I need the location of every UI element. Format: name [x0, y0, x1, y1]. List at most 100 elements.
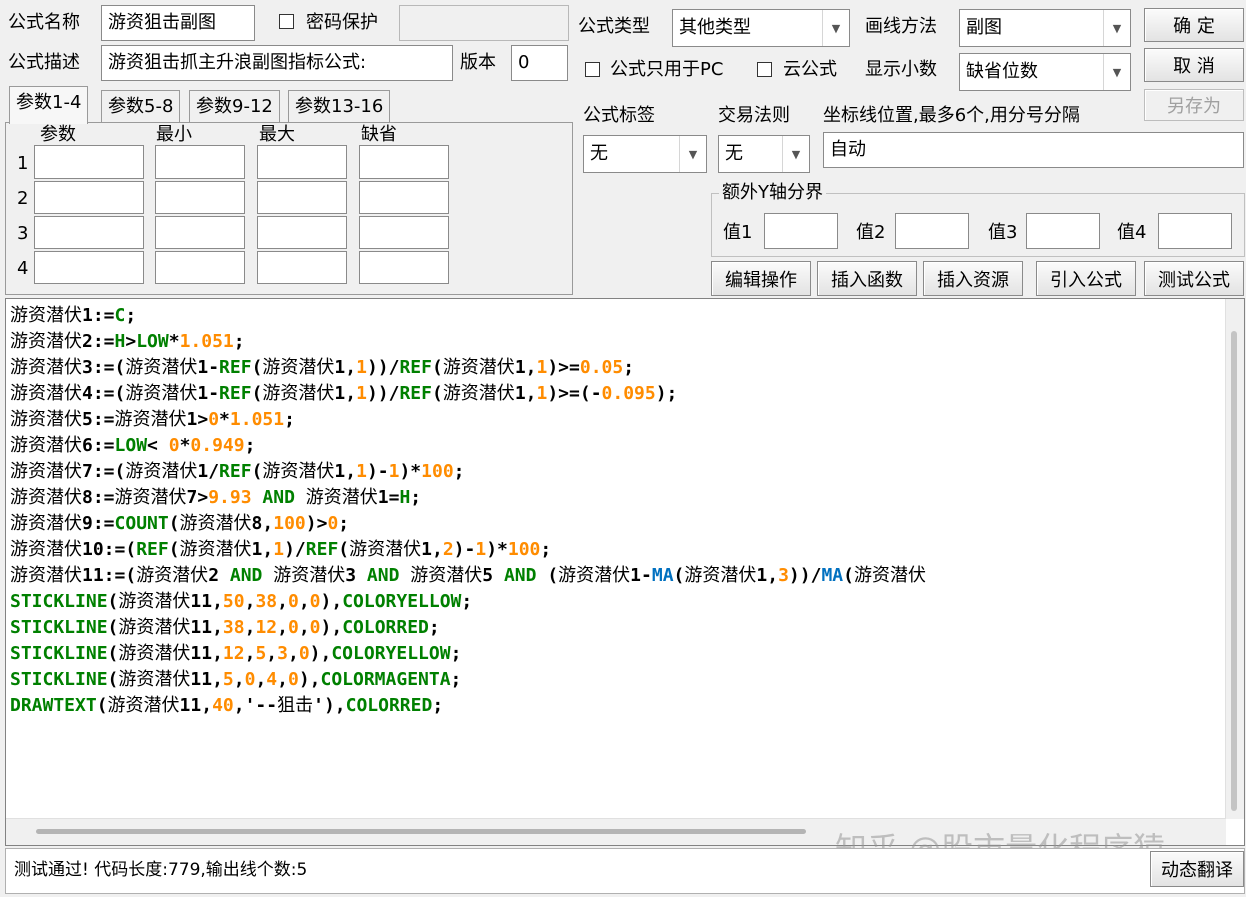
code-line[interactable]: 游资潜伏4:=(游资潜伏1-REF(游资潜伏1,1))/REF(游资潜伏1,1)…: [10, 381, 926, 407]
axis-line-input[interactable]: 自动: [823, 132, 1244, 168]
code-token: 12: [222, 643, 245, 664]
code-token: 5: [222, 669, 234, 690]
code-token: 游资潜伏: [442, 357, 515, 378]
value2-input[interactable]: [895, 213, 969, 249]
tab-params-13-16[interactable]: 参数13-16: [288, 90, 391, 122]
param-name-input[interactable]: [34, 181, 144, 214]
tab-params-9-12[interactable]: 参数9-12: [189, 90, 280, 122]
code-token: 38: [222, 617, 245, 638]
code-token: 游资潜伏: [10, 539, 82, 560]
trade-rule-select[interactable]: 无 ▼: [718, 135, 810, 173]
param-max-input[interactable]: [257, 145, 347, 179]
import-formula-button[interactable]: 引入公式: [1036, 261, 1136, 296]
code-text[interactable]: 游资潜伏1:=C; 游资潜伏2:=H>LOW*1.051; 游资潜伏3:=(游资潜伏…: [10, 303, 926, 719]
code-line[interactable]: 游资潜伏7:=(游资潜伏1/REF(游资潜伏1,1)-1)*100;: [10, 459, 926, 485]
save-as-button[interactable]: 另存为: [1144, 89, 1244, 121]
param-max-input[interactable]: [257, 251, 347, 284]
code-editor[interactable]: 游资潜伏1:=C; 游资潜伏2:=H>LOW*1.051; 游资潜伏3:=(游资潜伏…: [5, 298, 1245, 846]
cloud-checkbox[interactable]: [757, 62, 772, 77]
code-line[interactable]: 游资潜伏11:=(游资潜伏2 AND 游资潜伏3 AND 游资潜伏5 AND (…: [10, 563, 926, 589]
code-token: ;: [233, 331, 245, 352]
col-header-min: 最小: [156, 124, 192, 145]
code-line[interactable]: 游资潜伏6:=LOW< 0*0.949;: [10, 433, 926, 459]
status-text: 测试通过! 代码长度:779,输出线个数:5: [14, 860, 308, 880]
code-token: 1,: [334, 383, 357, 404]
code-line[interactable]: STICKLINE(游资潜伏11,12,5,3,0),COLORYELLOW;: [10, 641, 926, 667]
password-checkbox[interactable]: [279, 14, 294, 29]
code-token: ))/: [788, 565, 822, 586]
code-token: COLORRED: [345, 695, 433, 716]
value4-input[interactable]: [1158, 213, 1232, 249]
code-line[interactable]: 游资潜伏9:=COUNT(游资潜伏8,100)>0;: [10, 511, 926, 537]
param-name-input[interactable]: [34, 216, 144, 249]
param-name-input[interactable]: [34, 145, 144, 179]
formula-desc-input[interactable]: 游资狙击抓主升浪副图指标公式:: [101, 45, 453, 81]
edit-ops-button[interactable]: 编辑操作: [711, 261, 811, 296]
chevron-down-icon[interactable]: ▼: [822, 10, 849, 46]
chevron-down-icon[interactable]: ▼: [782, 136, 809, 172]
code-token: 1: [356, 461, 367, 482]
param-default-input[interactable]: [359, 181, 449, 214]
code-line[interactable]: 游资潜伏3:=(游资潜伏1-REF(游资潜伏1,1))/REF(游资潜伏1,1)…: [10, 355, 926, 381]
test-formula-button[interactable]: 测试公式: [1144, 261, 1244, 296]
param-min-input[interactable]: [155, 216, 245, 249]
code-token: *: [219, 409, 230, 430]
code-line[interactable]: 游资潜伏1:=C;: [10, 303, 926, 329]
extra-y-axis-label: 额外Y轴分界: [719, 181, 826, 205]
code-line[interactable]: STICKLINE(游资潜伏11,38,12,0,0),COLORRED;: [10, 615, 926, 641]
param-default-input[interactable]: [359, 251, 449, 284]
code-token: 8:=: [82, 487, 115, 508]
formula-type-select[interactable]: 其他类型 ▼: [672, 9, 850, 47]
param-min-input[interactable]: [155, 145, 245, 179]
formula-tag-value: 无: [590, 143, 608, 164]
code-token: 38: [255, 591, 278, 612]
value1-input[interactable]: [764, 213, 838, 249]
pc-only-checkbox[interactable]: [585, 62, 600, 77]
chevron-down-icon[interactable]: ▼: [679, 136, 706, 172]
code-line[interactable]: STICKLINE(游资潜伏11,50,38,0,0),COLORYELLOW;: [10, 589, 926, 615]
cancel-button[interactable]: 取 消: [1144, 48, 1244, 82]
param-default-input[interactable]: [359, 216, 449, 249]
code-line[interactable]: DRAWTEXT(游资潜伏11,40,'--狙击'),COLORRED;: [10, 693, 926, 719]
code-line[interactable]: 游资潜伏2:=H>LOW*1.051;: [10, 329, 926, 355]
code-line[interactable]: 游资潜伏5:=游资潜伏1>0*1.051;: [10, 407, 926, 433]
tab-params-5-8[interactable]: 参数5-8: [101, 90, 181, 122]
code-token: <: [147, 435, 169, 456]
code-line[interactable]: 游资潜伏8:=游资潜伏7>9.93 AND 游资潜伏1=H;: [10, 485, 926, 511]
param-min-input[interactable]: [155, 251, 245, 284]
code-token: 100: [507, 539, 541, 560]
tab-params-1-4[interactable]: 参数1-4: [9, 86, 89, 124]
formula-name-input[interactable]: 游资狙击副图: [101, 5, 255, 41]
version-input[interactable]: 0: [511, 45, 568, 81]
code-token: ,: [298, 617, 310, 638]
code-token: ,: [277, 669, 288, 690]
code-token: (: [251, 357, 263, 378]
vertical-scrollbar[interactable]: [1225, 299, 1244, 819]
chevron-down-icon[interactable]: ▼: [1103, 54, 1130, 90]
param-min-input[interactable]: [155, 181, 245, 214]
chevron-down-icon[interactable]: ▼: [1103, 10, 1130, 46]
insert-function-button[interactable]: 插入函数: [817, 261, 917, 296]
code-line[interactable]: 游资潜伏10:=(REF(游资潜伏1,1)/REF(游资潜伏1,2)-1)*10…: [10, 537, 926, 563]
param-max-input[interactable]: [257, 216, 347, 249]
param-default-input[interactable]: [359, 145, 449, 179]
code-token: AND: [503, 565, 537, 586]
param-max-input[interactable]: [257, 181, 347, 214]
draw-method-select[interactable]: 副图 ▼: [959, 9, 1131, 47]
insert-resource-button[interactable]: 插入资源: [923, 261, 1023, 296]
param-name-input[interactable]: [34, 251, 144, 284]
dynamic-translate-button[interactable]: 动态翻译: [1150, 851, 1244, 887]
horizontal-scrollbar-thumb[interactable]: [36, 829, 806, 834]
code-token: 1: [536, 383, 548, 404]
decimal-select[interactable]: 缺省位数 ▼: [959, 53, 1131, 91]
value3-input[interactable]: [1026, 213, 1100, 249]
vertical-scrollbar-thumb[interactable]: [1231, 331, 1237, 811]
code-token: COLORYELLOW: [342, 591, 462, 612]
code-line[interactable]: STICKLINE(游资潜伏11,5,0,4,0),COLORMAGENTA;: [10, 667, 926, 693]
ok-button[interactable]: 确 定: [1144, 8, 1244, 42]
formula-name-label: 公式名称: [8, 12, 80, 33]
formula-type-label: 公式类型: [578, 16, 650, 37]
code-token: 游资潜伏: [114, 409, 187, 430]
formula-tag-select[interactable]: 无 ▼: [583, 135, 707, 173]
